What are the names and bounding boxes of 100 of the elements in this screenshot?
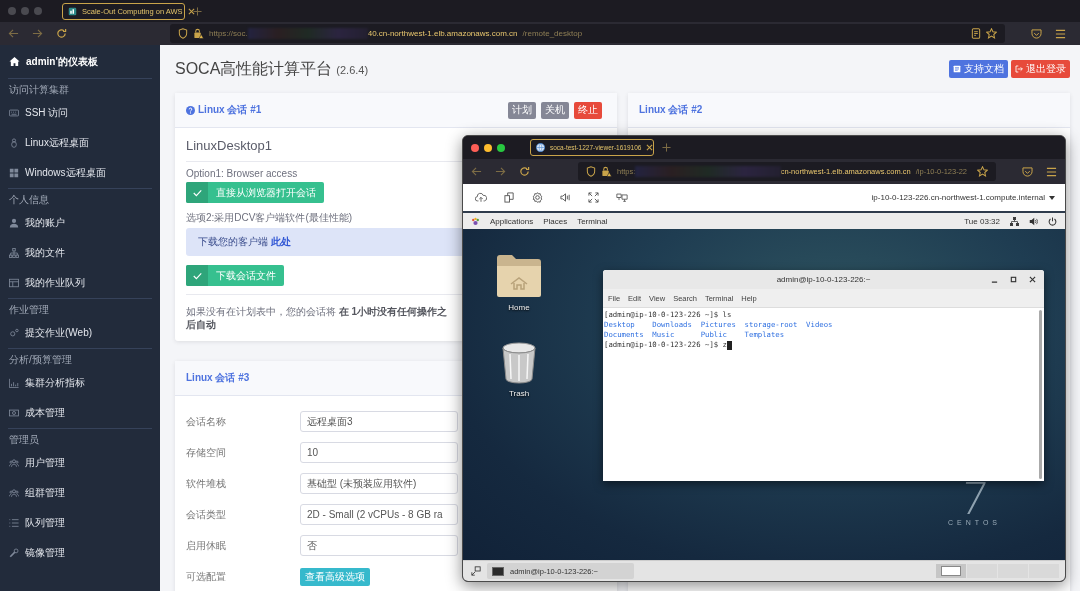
displays-icon[interactable] [616, 192, 628, 203]
maximize-button[interactable] [497, 143, 505, 152]
section-heading: 个人信息 [8, 193, 50, 207]
logo-number: 7 [957, 479, 992, 519]
plus-icon[interactable] [193, 6, 202, 16]
download-link[interactable]: 此处 [270, 236, 291, 247]
action-button[interactable]: 计划 [508, 101, 536, 119]
field-label: 存储空间 [186, 445, 227, 460]
input-field[interactable]: 远程桌面3 [300, 411, 458, 432]
option-label: 选项2:采用DCV客户端软件(最佳性能) [186, 211, 353, 225]
sidebar-item[interactable]: 提交作业(Web) [0, 318, 160, 348]
select-field[interactable]: 否 [300, 535, 458, 556]
sidebar-item[interactable]: 队列管理 [0, 508, 160, 538]
page-icon [68, 6, 77, 16]
pocket-icon[interactable] [1031, 28, 1042, 39]
check-icon [192, 188, 202, 197]
caret-icon [1049, 195, 1055, 200]
minimize-button[interactable] [484, 143, 492, 152]
host-dropdown[interactable]: ip-10-0-123-226.cn-northwest-1.compute.internal [871, 193, 1055, 202]
copy-icon[interactable] [504, 192, 515, 203]
speaker-icon[interactable] [560, 192, 571, 203]
volume-icon[interactable] [1029, 216, 1038, 226]
field-label: 会话类型 [186, 507, 227, 522]
network-icon[interactable] [1010, 216, 1019, 226]
url-path: /remote_desktop [522, 29, 583, 38]
select-field[interactable]: 2D - Small (2 vCPUs - 8 GB ra [300, 504, 458, 525]
sidebar-item[interactable]: 集群分析指标 [0, 368, 160, 398]
reload-icon[interactable] [519, 166, 530, 177]
action-button[interactable]: 关机 [541, 101, 569, 119]
field-label: 启用休眠 [186, 538, 227, 553]
star-icon[interactable] [986, 28, 997, 39]
table-icon [9, 278, 19, 288]
url-host: 40.cn-northwest-1.elb.amazonaws.com.cn [367, 29, 518, 38]
folder-icon[interactable] [495, 254, 543, 298]
card-title: Linux 会话 #1 [186, 103, 262, 117]
panel-menu[interactable]: Places [543, 216, 568, 226]
sidebar-item[interactable]: Windows远程桌面 [0, 158, 160, 188]
field-label: 会话名称 [186, 414, 227, 429]
wrench-icon [9, 548, 19, 558]
power-icon[interactable] [1048, 216, 1057, 226]
action-button[interactable]: 终止 [574, 101, 602, 119]
input-field[interactable]: 10 [300, 442, 458, 463]
plus-icon[interactable] [662, 143, 671, 152]
reader-view-icon[interactable] [971, 28, 981, 39]
sidebar-item[interactable]: 镜像管理 [0, 538, 160, 568]
close-icon[interactable] [1029, 276, 1036, 283]
header-button[interactable]: 支持文档 [949, 60, 1008, 78]
sidebar-item[interactable]: 我的作业队列 [0, 268, 160, 298]
back-arrow-icon[interactable] [471, 166, 482, 177]
address-bar[interactable]: https://soc. 40.cn-northwest-1.elb.amazonaws.com.cn /remote_desktop [170, 24, 1005, 43]
sidebar-item[interactable]: SSH 访问 [0, 98, 160, 128]
window-title: admin@ip-10-0-123-226:~ [776, 275, 871, 284]
terminal-icon [492, 566, 504, 576]
settings-icon[interactable] [532, 192, 543, 203]
forward-arrow-icon[interactable] [495, 166, 506, 177]
star-icon[interactable] [977, 166, 988, 177]
forward-arrow-icon[interactable] [32, 28, 43, 39]
clock[interactable]: Tue 03:32 [964, 216, 1000, 226]
version-label: (2.6.4) [336, 64, 369, 76]
url-prefix: https://soc. [209, 29, 248, 38]
sidebar-item[interactable]: 用户管理 [0, 448, 160, 478]
workspace-switcher[interactable] [967, 564, 997, 578]
card-title: Linux 会话 #2 [639, 103, 703, 117]
sidebar-item[interactable]: 我的文件 [0, 238, 160, 268]
session-note: 如果没有在计划表中，您的会话将 在 1小时没有任何操作之后自动 [186, 305, 449, 331]
fullscreen-icon[interactable] [588, 192, 599, 203]
panel-menu[interactable]: Terminal [577, 216, 608, 226]
panel-menu[interactable]: Applications [490, 216, 534, 226]
show-desktop-icon[interactable] [471, 566, 481, 576]
pocket-icon[interactable] [1022, 166, 1033, 177]
header-button[interactable]: 退出登录 [1011, 60, 1070, 78]
section-heading: 访问计算集群 [8, 83, 70, 97]
sidebar-item[interactable]: Linux远程桌面 [0, 128, 160, 158]
menu-icon[interactable] [1046, 166, 1057, 177]
close-icon[interactable] [646, 144, 654, 151]
workspace-switcher[interactable] [936, 564, 966, 578]
cloud-upload-icon[interactable] [475, 192, 487, 203]
icon-label: Trash [508, 389, 530, 398]
alert-text: 下载您的客户端 此处 [198, 235, 291, 249]
back-arrow-icon[interactable] [8, 28, 19, 39]
close-button[interactable] [471, 143, 479, 152]
icon-label: Home [508, 303, 530, 312]
menu-icon[interactable] [1055, 28, 1066, 39]
check-icon [192, 271, 202, 280]
reload-icon[interactable] [56, 28, 67, 39]
sidebar-item[interactable]: admin'的仪表板 [0, 45, 160, 78]
shield-icon [586, 166, 596, 177]
sidebar-item[interactable]: 组群管理 [0, 478, 160, 508]
card-title: Linux 会话 #3 [186, 371, 250, 385]
user-icon [9, 218, 19, 228]
list-icon [9, 518, 19, 528]
trash-can-icon[interactable] [501, 342, 537, 384]
book-icon [953, 65, 961, 73]
scrollbar[interactable] [1039, 310, 1042, 479]
option-label: Option1: Browser access [186, 168, 298, 179]
sidebar-item[interactable]: 我的账户 [0, 208, 160, 238]
close-icon[interactable] [187, 7, 195, 15]
maximize-icon[interactable] [1010, 276, 1017, 283]
select-field[interactable]: 基础型 (未预装应用软件) [300, 473, 458, 494]
sidebar-item[interactable]: 成本管理 [0, 398, 160, 428]
